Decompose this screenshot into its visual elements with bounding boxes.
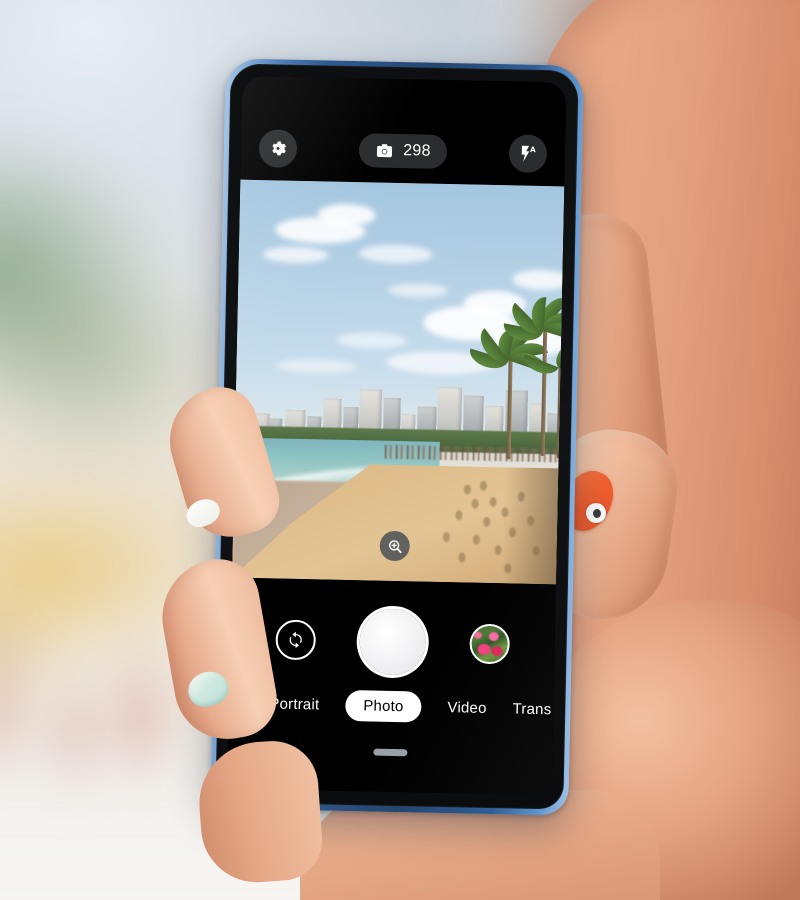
photo-counter[interactable]: 298 (358, 133, 448, 169)
camera-icon (377, 143, 393, 157)
flip-camera-button[interactable] (275, 619, 317, 661)
phone-screen: 298 Portrait Photo Video Trans (227, 75, 567, 796)
flash-button[interactable] (508, 134, 548, 174)
camera-flip-icon (289, 631, 302, 649)
flower (488, 631, 499, 642)
mode-selector: Portrait Photo Video Trans (229, 686, 554, 727)
gear-icon (272, 141, 286, 156)
shutter-button[interactable] (359, 608, 427, 676)
photo-count-value: 298 (403, 142, 431, 160)
flash-auto-icon (522, 145, 537, 162)
zoom-in-icon (388, 539, 402, 553)
camera-viewfinder[interactable] (232, 179, 565, 585)
settings-button[interactable] (258, 129, 298, 168)
mode-photo[interactable]: Photo (345, 689, 422, 723)
home-indicator[interactable] (373, 748, 408, 757)
nail-art-decal (586, 503, 606, 523)
flower (491, 646, 503, 657)
mode-translate[interactable]: Trans (512, 700, 551, 718)
gallery-thumbnail-button[interactable] (469, 623, 511, 665)
camera-controls-row (230, 606, 555, 679)
mode-video[interactable]: Video (447, 699, 486, 717)
flower (473, 631, 482, 639)
camera-top-bar: 298 (240, 120, 565, 183)
flower (477, 643, 491, 656)
